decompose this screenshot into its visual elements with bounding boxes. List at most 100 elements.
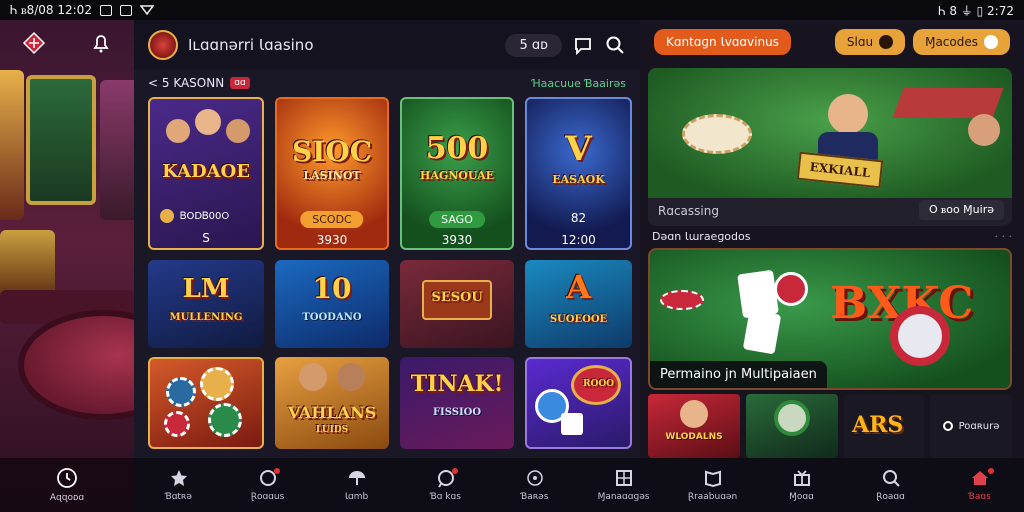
more-dots-icon[interactable]: · · · bbox=[995, 230, 1012, 243]
game-pill: 82 bbox=[570, 211, 587, 225]
chat-icon[interactable] bbox=[572, 34, 594, 56]
nav-item[interactable]: Ɓaɑs bbox=[940, 468, 1020, 502]
nav-label: Ɓɑtʀə bbox=[165, 492, 192, 502]
game-card[interactable]: V EASAOK 82 12:00 bbox=[525, 97, 632, 250]
game-title: 10 bbox=[312, 272, 352, 305]
star-icon bbox=[170, 470, 187, 486]
balance-chip[interactable]: 5 ɑᴅ bbox=[505, 33, 562, 57]
game-lobby: Iʟɑɑnərri Ɩɑasino 5 ɑᴅ < 5 KASONN ɑɑ Ɦaa… bbox=[134, 20, 640, 458]
player-avatar-art bbox=[968, 114, 1000, 146]
nav-item[interactable]: Ɽraabuɑən bbox=[673, 468, 753, 502]
search-icon bbox=[882, 470, 900, 487]
game-subtitle: ROOO bbox=[583, 379, 614, 389]
featured-caption-2: Permaino jn Multipaiaen bbox=[650, 361, 827, 388]
featured-action-button[interactable]: O ᏼoo Ɱuirə bbox=[918, 200, 1004, 220]
nav-label: Ɱoɑɑ bbox=[789, 492, 814, 502]
game-card[interactable]: LM MULLENING bbox=[148, 260, 264, 348]
game-card[interactable]: 500 HAGNOUAE SAGO 3930 bbox=[400, 97, 514, 250]
game-pill: SCODC bbox=[300, 211, 364, 228]
gift-icon bbox=[793, 470, 810, 486]
game-card[interactable]: A SUOEOOE bbox=[525, 260, 632, 348]
game-title: TINAK! bbox=[410, 371, 504, 397]
game-card[interactable]: VAHLANS LUIDS bbox=[275, 357, 389, 449]
game-card[interactable]: 10 TOODANO bbox=[275, 260, 389, 348]
lobby-header: Iʟɑɑnərri Ɩɑasino 5 ɑᴅ bbox=[134, 20, 640, 70]
lobby-title: Iʟɑɑnərri Ɩɑasino bbox=[188, 36, 314, 54]
nav-item[interactable]: Ɓɑ kɑs bbox=[406, 468, 486, 502]
nav-item[interactable]: Ɱanaɑɑɡəs bbox=[584, 468, 664, 502]
clock-icon bbox=[57, 468, 77, 488]
game-card[interactable]: KADAOE ᏴODᏴ00O S bbox=[148, 97, 264, 250]
featured-game-2[interactable]: BXKC Permaino jn Multipaiaen bbox=[648, 248, 1012, 390]
featured-game-1[interactable]: EXKIALL Rɑcassing O ᏼoo Ɱuirə bbox=[648, 68, 1012, 226]
section-title: Dəɑn Ɩɯraeɡodos bbox=[652, 230, 751, 243]
app-root: Ꮒ ᏼ8/08 12:02 Ꮒ 8 ⏚ ▯ 2:72 Aɋɋoᴅɑ Iʟɑɑnə… bbox=[0, 0, 1024, 512]
featured-caption: Rɑcassing bbox=[658, 204, 719, 218]
game-pill: ᏴODᏴ00O bbox=[180, 210, 230, 222]
game-card[interactable]: ROOO bbox=[525, 357, 632, 449]
game-stat: S bbox=[202, 231, 210, 245]
nav-item[interactable]: Ɩɑmb bbox=[317, 468, 397, 502]
game-card[interactable] bbox=[148, 357, 264, 449]
character-art bbox=[774, 400, 810, 436]
character-art bbox=[680, 400, 708, 428]
nav-item[interactable]: Ɽoaɑɑ bbox=[851, 468, 931, 502]
notification-dot bbox=[987, 468, 994, 474]
search-icon[interactable] bbox=[604, 34, 626, 56]
game-subtitle: LUIDS bbox=[315, 425, 349, 435]
umbrella-icon bbox=[348, 471, 365, 485]
game-pill: SAGO bbox=[429, 211, 485, 228]
chip-art bbox=[774, 272, 808, 306]
mini-tile[interactable] bbox=[746, 394, 838, 458]
campaign-button[interactable]: Kɑntɑɡn Ɩvɑɑvinus bbox=[654, 29, 791, 55]
mini-status[interactable]: Poɑʀurə bbox=[930, 394, 1012, 458]
chip-art bbox=[660, 290, 704, 310]
left-top-icons bbox=[0, 30, 134, 56]
nav-label: Ɓaʀəs bbox=[520, 492, 549, 502]
logo-icon[interactable] bbox=[21, 30, 47, 56]
character-art bbox=[299, 363, 365, 397]
nav-item[interactable]: Ɽoɑɑus bbox=[228, 468, 308, 502]
game-card[interactable]: SIOC LASINOT SCODC 3930 bbox=[275, 97, 389, 250]
game-card[interactable]: SESOU bbox=[400, 260, 514, 348]
player-avatar-art bbox=[828, 94, 868, 134]
bottom-nav: Ɓɑtʀə Ɽoɑɑus Ɩɑmb Ɓɑ kɑs Ɓaʀəs Ɱanaɑɑɡəs… bbox=[134, 458, 1024, 512]
nav-item[interactable]: Ɓɑtʀə bbox=[139, 468, 219, 502]
game-title: SESOU bbox=[431, 290, 483, 305]
status-indicators: Ꮒ 8 ⏚ ▯ 2:72 bbox=[938, 3, 1014, 18]
featured-topbar: Kɑntɑɡn Ɩvɑɑvinus Slɑu Ɱacodes bbox=[640, 20, 1024, 64]
status-right: Ꮒ 8 ⏚ ▯ 2:72 bbox=[938, 2, 1014, 19]
game-card[interactable]: TINAK! FISSIOO bbox=[400, 357, 514, 449]
nav-label: Ɱanaɑɑɡəs bbox=[597, 492, 650, 502]
character-art bbox=[164, 109, 252, 159]
dice-icon bbox=[561, 413, 583, 435]
status-bar: Ꮒ ᏼ8/08 12:02 Ꮒ 8 ⏚ ▯ 2:72 bbox=[0, 0, 1024, 20]
mini-tile[interactable]: WLODALNS bbox=[648, 394, 740, 458]
slot-machine-art bbox=[100, 80, 134, 220]
coin-icon bbox=[160, 209, 174, 223]
category-back[interactable]: < 5 KASONN ɑɑ bbox=[148, 76, 250, 90]
nav-label: Ɽoɑɑus bbox=[250, 492, 285, 502]
game-title: LM bbox=[182, 274, 230, 304]
more-button[interactable]: Ɱacodes bbox=[913, 29, 1010, 55]
category-back-label: < 5 KASONN bbox=[148, 76, 225, 90]
left-bottom-nav[interactable]: Aɋɋoᴅɑ bbox=[0, 458, 134, 512]
home-icon bbox=[971, 471, 988, 485]
play-button[interactable]: Slɑu bbox=[834, 29, 906, 55]
bell-icon[interactable] bbox=[88, 30, 114, 56]
nav-item[interactable]: Ɱoɑɑ bbox=[762, 468, 842, 502]
section-header: Dəɑn Ɩɯraeɡodos · · · bbox=[652, 230, 1012, 243]
mini-tile-title: WLODALNS bbox=[665, 432, 723, 442]
casino-logo[interactable] bbox=[148, 30, 178, 60]
mini-tile[interactable]: ARS bbox=[844, 394, 924, 458]
nav-item[interactable]: Ɓaʀəs bbox=[495, 468, 575, 502]
grid-icon bbox=[615, 470, 632, 486]
see-all-link[interactable]: Ɦaacuue Ɓaairəs bbox=[532, 77, 626, 90]
game-subtitle: HAGNOUAE bbox=[419, 169, 495, 182]
nav-label: Ɽraabuɑən bbox=[687, 492, 738, 502]
featured-panel: Kɑntɑɡn Ɩvɑɑvinus Slɑu Ɱacodes EXKIALL R… bbox=[640, 20, 1024, 458]
image-icon bbox=[119, 4, 132, 16]
chip-stack-art bbox=[682, 114, 752, 154]
game-meta: ᏴODᏴ00O bbox=[160, 209, 229, 223]
game-subtitle: FISSIOO bbox=[432, 407, 482, 418]
